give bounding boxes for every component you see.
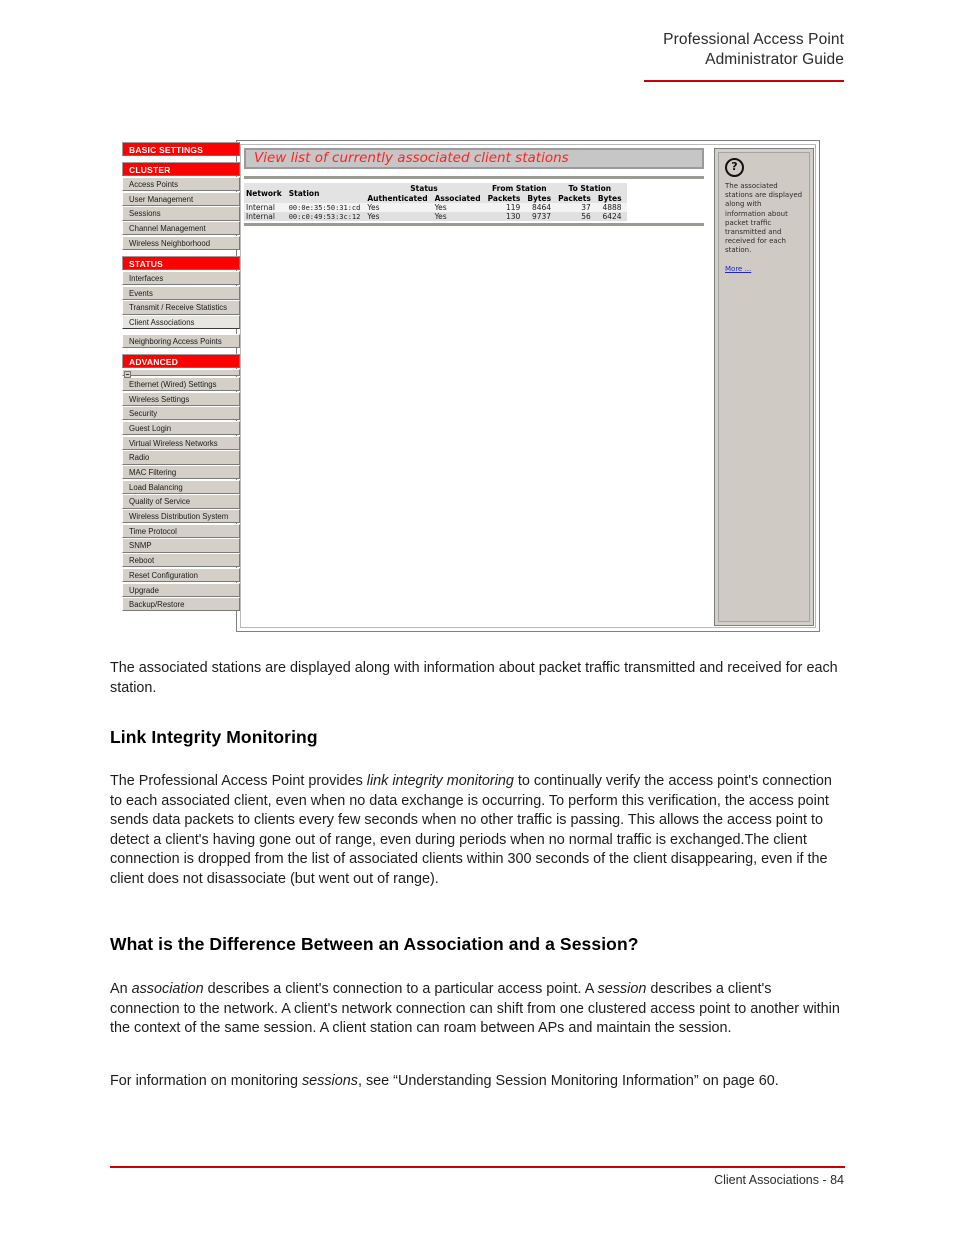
minus-box-icon[interactable]	[124, 370, 131, 378]
cell-station: 00:c0:49:53:3c:12	[286, 212, 366, 221]
cell-to-packets: 56	[556, 212, 596, 221]
cell-from-bytes: 9737	[525, 212, 557, 221]
sidebar-item-guest-login[interactable]: Guest Login	[122, 420, 240, 436]
cell-associated: Yes	[432, 212, 486, 221]
cell-from-packets: 130	[485, 212, 526, 221]
sidebar-section-cluster[interactable]: CLUSTER	[122, 162, 240, 176]
sidebar-item-sessions[interactable]: Sessions	[122, 206, 240, 221]
col-station: Station	[286, 183, 366, 203]
colgroup-to-station: To Station	[556, 183, 627, 193]
colgroup-status: Status	[365, 183, 486, 193]
col-authenticated: Authenticated	[365, 193, 433, 203]
sidebar-item-channel-management[interactable]: Channel Management	[122, 221, 240, 236]
para-xref-part2: , see “Understanding Session Monitoring …	[357, 1073, 779, 1089]
help-sidebar: ? The associated stations are displayed …	[714, 148, 814, 626]
cell-to-packets: 37	[556, 203, 596, 212]
cell-network: Internal	[244, 212, 287, 221]
cell-to-bytes: 4888	[595, 203, 627, 212]
header-title-line1: Professional Access Point	[663, 31, 844, 48]
cell-to-bytes: 6424	[595, 212, 627, 221]
col-associated: Associated	[432, 193, 486, 203]
sidebar-item-interfaces[interactable]: Interfaces	[122, 270, 240, 286]
heading-link-integrity-monitoring: Link Integrity Monitoring	[110, 727, 318, 747]
cell-authenticated: Yes	[365, 203, 433, 212]
table-group-header-row: Network Station Status From Station To S…	[244, 183, 627, 203]
col-to-bytes: Bytes	[595, 193, 627, 203]
sidebar-section-advanced[interactable]: ADVANCED	[122, 353, 240, 368]
sidebar-item-upgrade[interactable]: Upgrade	[122, 582, 240, 597]
sidebar-item-client-associations[interactable]: Client Associations	[122, 315, 240, 330]
header-divider-rule	[644, 80, 844, 82]
sidebar-item-wireless-distribution-system[interactable]: Wireless Distribution System	[122, 509, 240, 524]
sidebar-item-neighboring-access-points[interactable]: Neighboring Access Points	[122, 333, 240, 348]
header-title-line2: Administrator Guide	[705, 51, 844, 68]
footer-divider-rule	[110, 1166, 845, 1168]
sidebar-item-mac-filtering[interactable]: MAC Filtering	[122, 465, 240, 480]
sidebar-item-virtual-wireless-networks[interactable]: Virtual Wireless Networks	[122, 435, 240, 450]
sidebar-section-basic-settings[interactable]: BASIC SETTINGS	[122, 142, 240, 156]
help-sidebar-inner: ? The associated stations are displayed …	[718, 152, 810, 622]
para-xref-part1: For information on monitoring	[110, 1073, 302, 1089]
para-li-part2: to continually verify the access point's…	[110, 773, 832, 887]
cell-from-bytes: 8464	[525, 203, 557, 212]
col-to-packets: Packets	[556, 193, 596, 203]
sidebar-item-security[interactable]: Security	[122, 406, 240, 421]
sidebar-item-wireless-settings[interactable]: Wireless Settings	[122, 391, 240, 406]
cell-authenticated: Yes	[365, 212, 433, 221]
para-as-part2: describes a client's connection to a par…	[203, 981, 598, 997]
divider-rule-top	[244, 176, 704, 179]
sidebar-item-time-protocol[interactable]: Time Protocol	[122, 523, 240, 538]
sidebar-item-ethernet-wired-settings[interactable]: Ethernet (Wired) Settings	[122, 376, 240, 392]
col-from-packets: Packets	[485, 193, 526, 203]
sidebar-item-reboot[interactable]: Reboot	[122, 553, 240, 568]
admin-main-content: View list of currently associated client…	[244, 148, 704, 626]
col-from-bytes: Bytes	[525, 193, 557, 203]
client-associations-table: Network Station Status From Station To S…	[244, 183, 627, 221]
footer-page-label: Client Associations - 84	[714, 1173, 844, 1187]
cell-station: 00:0e:35:50:31:cd	[286, 203, 366, 212]
cell-network: Internal	[244, 203, 287, 212]
sidebar-section-status[interactable]: STATUS	[122, 255, 240, 270]
table-row: Internal 00:0e:35:50:31:cd Yes Yes 119 8…	[244, 203, 627, 212]
admin-ui-screenshot-figure: BASIC SETTINGS CLUSTER Access Points Use…	[122, 140, 820, 632]
sidebar-item-wireless-neighborhood[interactable]: Wireless Neighborhood	[122, 235, 240, 250]
paragraph-association-session: An association describes a client's conn…	[110, 980, 845, 1039]
sidebar-item-quality-of-service[interactable]: Quality of Service	[122, 494, 240, 509]
admin-sidebar-nav: BASIC SETTINGS CLUSTER Access Points Use…	[122, 142, 240, 612]
sidebar-item-radio[interactable]: Radio	[122, 450, 240, 465]
heading-association-vs-session: What is the Difference Between an Associ…	[110, 934, 639, 954]
page-title: View list of currently associated client…	[244, 148, 704, 169]
para-li-part1: The Professional Access Point provides	[110, 773, 367, 789]
sidebar-item-backup-restore[interactable]: Backup/Restore	[122, 597, 240, 612]
col-network: Network	[244, 183, 287, 203]
colgroup-from-station: From Station	[485, 183, 557, 193]
para-xref-emphasis: sessions	[301, 1073, 358, 1089]
sidebar-item-transmit-receive-statistics[interactable]: Transmit / Receive Statistics	[122, 300, 240, 315]
cell-from-packets: 119	[485, 203, 526, 212]
para-as-emphasis-session: session	[597, 981, 647, 997]
para-as-part1: An	[110, 981, 132, 997]
sidebar-item-load-balancing[interactable]: Load Balancing	[122, 479, 240, 494]
sidebar-item-access-points[interactable]: Access Points	[122, 177, 240, 192]
sidebar-item-snmp[interactable]: SNMP	[122, 538, 240, 553]
sidebar-item-reset-configuration[interactable]: Reset Configuration	[122, 567, 240, 582]
para-li-emphasis: link integrity monitoring	[366, 773, 514, 789]
paragraph-link-integrity: The Professional Access Point provides l…	[110, 772, 845, 890]
paragraph-cross-reference: For information on monitoring sessions, …	[110, 1072, 845, 1092]
help-more-link[interactable]: More ...	[725, 265, 803, 273]
cell-associated: Yes	[432, 203, 486, 212]
para-as-emphasis-association: association	[131, 981, 204, 997]
sidebar-item-events[interactable]: Events	[122, 285, 240, 300]
sidebar-advanced-expander-row[interactable]	[122, 368, 240, 378]
sidebar-item-user-management[interactable]: User Management	[122, 191, 240, 206]
table-row: Internal 00:c0:49:53:3c:12 Yes Yes 130 9…	[244, 212, 627, 221]
question-mark-icon: ?	[725, 158, 744, 177]
divider-rule-bottom	[244, 223, 704, 226]
intro-paragraph: The associated stations are displayed al…	[110, 660, 838, 696]
page-header: Professional Access Point Administrator …	[424, 30, 844, 70]
help-text: The associated stations are displayed al…	[725, 182, 803, 255]
